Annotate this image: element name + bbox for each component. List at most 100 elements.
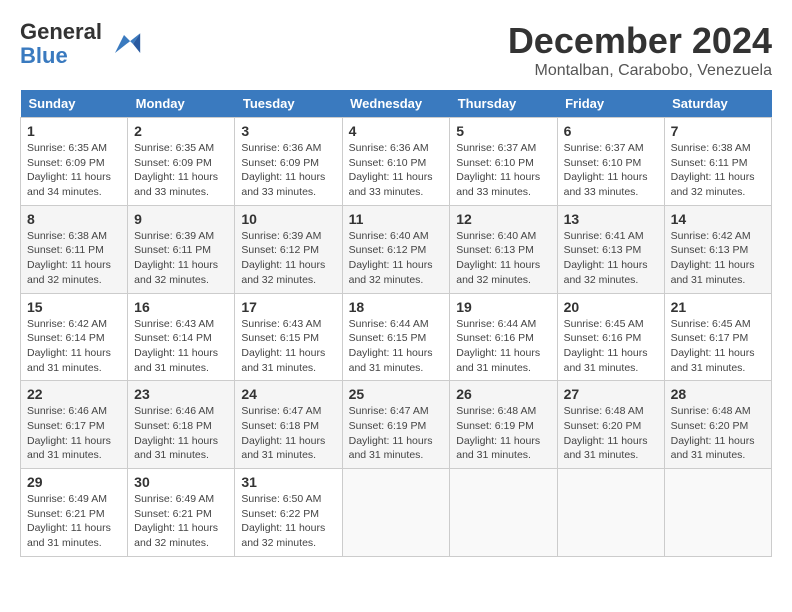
- day-number: 23: [134, 386, 228, 402]
- calendar-cell: 7 Sunrise: 6:38 AMSunset: 6:11 PMDaylight…: [664, 118, 771, 206]
- month-title: December 2024: [508, 20, 772, 62]
- header-thursday: Thursday: [450, 90, 557, 118]
- day-number: 26: [456, 386, 550, 402]
- calendar-week-5: 29 Sunrise: 6:49 AMSunset: 6:21 PMDayligh…: [21, 469, 772, 557]
- day-number: 30: [134, 474, 228, 490]
- day-info: Sunrise: 6:36 AMSunset: 6:10 PMDaylight:…: [349, 141, 444, 200]
- logo-general-text: General: [20, 19, 102, 44]
- calendar-cell: 25 Sunrise: 6:47 AMSunset: 6:19 PMDayligh…: [342, 381, 450, 469]
- calendar-cell: 31 Sunrise: 6:50 AMSunset: 6:22 PMDayligh…: [235, 469, 342, 557]
- calendar-cell: [450, 469, 557, 557]
- day-number: 29: [27, 474, 121, 490]
- day-number: 3: [241, 123, 335, 139]
- day-info: Sunrise: 6:43 AMSunset: 6:15 PMDaylight:…: [241, 317, 335, 376]
- calendar-cell: 15Sunrise: 6:42 AMSunset: 6:14 PMDayligh…: [21, 293, 128, 381]
- day-number: 7: [671, 123, 765, 139]
- header-tuesday: Tuesday: [235, 90, 342, 118]
- day-number: 5: [456, 123, 550, 139]
- day-number: 6: [564, 123, 658, 139]
- calendar-cell: 22Sunrise: 6:46 AMSunset: 6:17 PMDayligh…: [21, 381, 128, 469]
- day-info: Sunrise: 6:48 AMSunset: 6:20 PMDaylight:…: [564, 404, 658, 463]
- logo: General Blue: [20, 20, 142, 68]
- day-info: Sunrise: 6:37 AMSunset: 6:10 PMDaylight:…: [456, 141, 550, 200]
- header-sunday: Sunday: [21, 90, 128, 118]
- header-saturday: Saturday: [664, 90, 771, 118]
- day-number: 8: [27, 211, 121, 227]
- calendar-table: SundayMondayTuesdayWednesdayThursdayFrid…: [20, 90, 772, 557]
- day-info: Sunrise: 6:36 AMSunset: 6:09 PMDaylight:…: [241, 141, 335, 200]
- calendar-cell: 30Sunrise: 6:49 AMSunset: 6:21 PMDayligh…: [128, 469, 235, 557]
- day-number: 12: [456, 211, 550, 227]
- calendar-week-1: 1 Sunrise: 6:35 AMSunset: 6:09 PMDaylight…: [21, 118, 772, 206]
- calendar-cell: 17 Sunrise: 6:43 AMSunset: 6:15 PMDayligh…: [235, 293, 342, 381]
- day-info: Sunrise: 6:47 AMSunset: 6:19 PMDaylight:…: [349, 404, 444, 463]
- day-number: 25: [349, 386, 444, 402]
- day-number: 22: [27, 386, 121, 402]
- day-number: 31: [241, 474, 335, 490]
- day-number: 4: [349, 123, 444, 139]
- day-info: Sunrise: 6:46 AMSunset: 6:18 PMDaylight:…: [134, 404, 228, 463]
- calendar-cell: 12 Sunrise: 6:40 AMSunset: 6:13 PMDayligh…: [450, 205, 557, 293]
- day-info: Sunrise: 6:38 AMSunset: 6:11 PMDaylight:…: [27, 229, 121, 288]
- day-info: Sunrise: 6:40 AMSunset: 6:13 PMDaylight:…: [456, 229, 550, 288]
- logo-blue-text: Blue: [20, 43, 68, 68]
- calendar-cell: 29 Sunrise: 6:49 AMSunset: 6:21 PMDayligh…: [21, 469, 128, 557]
- day-info: Sunrise: 6:40 AMSunset: 6:12 PMDaylight:…: [349, 229, 444, 288]
- day-number: 27: [564, 386, 658, 402]
- day-info: Sunrise: 6:49 AMSunset: 6:21 PMDaylight:…: [27, 492, 121, 551]
- calendar-cell: 19Sunrise: 6:44 AMSunset: 6:16 PMDayligh…: [450, 293, 557, 381]
- calendar-cell: 5 Sunrise: 6:37 AMSunset: 6:10 PMDaylight…: [450, 118, 557, 206]
- calendar-cell: 3 Sunrise: 6:36 AMSunset: 6:09 PMDaylight…: [235, 118, 342, 206]
- day-info: Sunrise: 6:50 AMSunset: 6:22 PMDaylight:…: [241, 492, 335, 551]
- calendar-cell: 16 Sunrise: 6:43 AMSunset: 6:14 PMDayligh…: [128, 293, 235, 381]
- header-monday: Monday: [128, 90, 235, 118]
- calendar-cell: 27 Sunrise: 6:48 AMSunset: 6:20 PMDayligh…: [557, 381, 664, 469]
- day-info: Sunrise: 6:39 AMSunset: 6:11 PMDaylight:…: [134, 229, 228, 288]
- calendar-cell: 14Sunrise: 6:42 AMSunset: 6:13 PMDayligh…: [664, 205, 771, 293]
- calendar-cell: 23 Sunrise: 6:46 AMSunset: 6:18 PMDayligh…: [128, 381, 235, 469]
- day-number: 28: [671, 386, 765, 402]
- calendar-week-3: 15Sunrise: 6:42 AMSunset: 6:14 PMDayligh…: [21, 293, 772, 381]
- day-number: 24: [241, 386, 335, 402]
- day-info: Sunrise: 6:48 AMSunset: 6:20 PMDaylight:…: [671, 404, 765, 463]
- calendar-cell: 10Sunrise: 6:39 AMSunset: 6:12 PMDayligh…: [235, 205, 342, 293]
- calendar-cell: 9 Sunrise: 6:39 AMSunset: 6:11 PMDaylight…: [128, 205, 235, 293]
- title-block: December 2024 Montalban, Carabobo, Venez…: [508, 20, 772, 80]
- day-info: Sunrise: 6:41 AMSunset: 6:13 PMDaylight:…: [564, 229, 658, 288]
- day-info: Sunrise: 6:44 AMSunset: 6:15 PMDaylight:…: [349, 317, 444, 376]
- day-number: 14: [671, 211, 765, 227]
- calendar-cell: 26 Sunrise: 6:48 AMSunset: 6:19 PMDayligh…: [450, 381, 557, 469]
- day-number: 17: [241, 299, 335, 315]
- header-wednesday: Wednesday: [342, 90, 450, 118]
- day-info: Sunrise: 6:38 AMSunset: 6:11 PMDaylight:…: [671, 141, 765, 200]
- day-info: Sunrise: 6:43 AMSunset: 6:14 PMDaylight:…: [134, 317, 228, 376]
- location-title: Montalban, Carabobo, Venezuela: [508, 62, 772, 80]
- day-number: 19: [456, 299, 550, 315]
- day-info: Sunrise: 6:35 AMSunset: 6:09 PMDaylight:…: [27, 141, 121, 200]
- calendar-header-row: SundayMondayTuesdayWednesdayThursdayFrid…: [21, 90, 772, 118]
- day-number: 1: [27, 123, 121, 139]
- calendar-cell: 1 Sunrise: 6:35 AMSunset: 6:09 PMDaylight…: [21, 118, 128, 206]
- header-friday: Friday: [557, 90, 664, 118]
- calendar-cell: [664, 469, 771, 557]
- calendar-cell: 11Sunrise: 6:40 AMSunset: 6:12 PMDayligh…: [342, 205, 450, 293]
- day-info: Sunrise: 6:39 AMSunset: 6:12 PMDaylight:…: [241, 229, 335, 288]
- day-number: 2: [134, 123, 228, 139]
- day-info: Sunrise: 6:42 AMSunset: 6:14 PMDaylight:…: [27, 317, 121, 376]
- day-number: 18: [349, 299, 444, 315]
- day-info: Sunrise: 6:48 AMSunset: 6:19 PMDaylight:…: [456, 404, 550, 463]
- calendar-cell: 4 Sunrise: 6:36 AMSunset: 6:10 PMDaylight…: [342, 118, 450, 206]
- calendar-cell: 8 Sunrise: 6:38 AMSunset: 6:11 PMDaylight…: [21, 205, 128, 293]
- day-number: 9: [134, 211, 228, 227]
- day-info: Sunrise: 6:45 AMSunset: 6:17 PMDaylight:…: [671, 317, 765, 376]
- calendar-cell: [342, 469, 450, 557]
- day-info: Sunrise: 6:45 AMSunset: 6:16 PMDaylight:…: [564, 317, 658, 376]
- day-info: Sunrise: 6:37 AMSunset: 6:10 PMDaylight:…: [564, 141, 658, 200]
- calendar-week-2: 8 Sunrise: 6:38 AMSunset: 6:11 PMDaylight…: [21, 205, 772, 293]
- day-number: 16: [134, 299, 228, 315]
- calendar-cell: 18 Sunrise: 6:44 AMSunset: 6:15 PMDayligh…: [342, 293, 450, 381]
- day-number: 21: [671, 299, 765, 315]
- day-number: 13: [564, 211, 658, 227]
- calendar-week-4: 22Sunrise: 6:46 AMSunset: 6:17 PMDayligh…: [21, 381, 772, 469]
- calendar-cell: 28 Sunrise: 6:48 AMSunset: 6:20 PMDayligh…: [664, 381, 771, 469]
